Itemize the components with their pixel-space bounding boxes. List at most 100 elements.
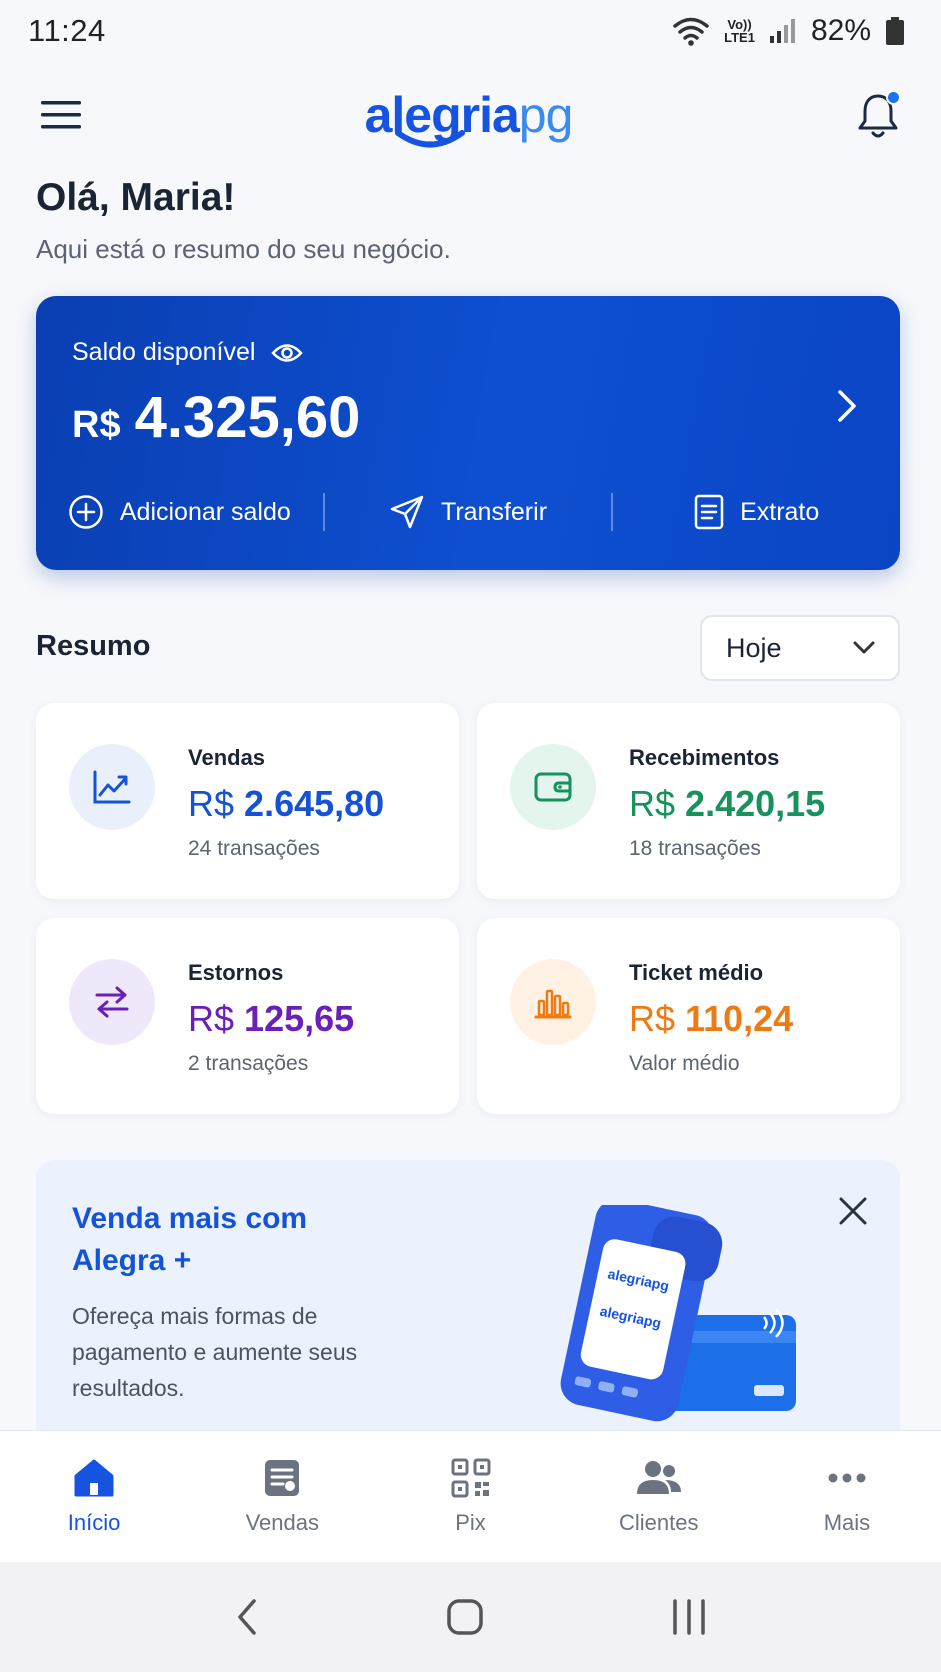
stat-subtext: Valor médio — [629, 1052, 740, 1075]
stat-card-average-ticket[interactable]: Ticket médio R$ 110,24 Valor médio — [477, 918, 900, 1114]
stat-text: Recebimentos R$ 2.420,15 18 transações — [629, 745, 825, 861]
summary-title: Resumo — [36, 630, 151, 662]
wifi-icon — [673, 17, 709, 46]
promo-text: Ofereça mais formas de pagamento e aumen… — [72, 1303, 358, 1401]
add-balance-label: Adicionar saldo — [119, 497, 291, 526]
stat-value: R$ 125,65 — [188, 998, 354, 1040]
stat-amount: 125,65 — [244, 998, 355, 1039]
nav-label: Mais — [823, 1509, 871, 1535]
menu-icon[interactable] — [40, 98, 82, 132]
stat-label: Ticket médio — [629, 960, 764, 985]
status-time: 11:24 — [28, 13, 106, 48]
card-terminal-image: alegriapg alegriapg — [560, 1199, 796, 1422]
stat-icon-wrap — [510, 744, 596, 830]
period-select[interactable]: Hoje — [700, 615, 900, 681]
bottom-nav: Início Vendas Pix Clientes Mais — [0, 1430, 941, 1562]
greeting-subtitle: Aqui está o resumo do seu negócio. — [36, 234, 451, 264]
battery-icon — [886, 17, 904, 45]
transfer-label: Transferir — [440, 497, 548, 526]
nav-label: Vendas — [245, 1509, 319, 1535]
nav-item-sales[interactable]: Vendas — [188, 1431, 376, 1562]
stat-label: Estornos — [188, 960, 284, 985]
eye-icon[interactable] — [271, 342, 304, 364]
close-icon[interactable] — [838, 1196, 868, 1226]
stat-card-sales[interactable]: Vendas R$ 2.645,80 24 transações — [36, 703, 459, 899]
balance-value: 4.325,60 — [134, 385, 361, 450]
chevron-down-icon — [853, 641, 875, 654]
wallet-icon — [534, 772, 572, 802]
stat-amount: 2.420,15 — [685, 783, 826, 824]
balance-actions: Adicionar saldo Transferir Extrato — [36, 492, 900, 532]
status-icons: Vo)) LTE1 82% — [672, 14, 905, 48]
more-icon — [828, 1473, 866, 1482]
stat-subtext: 2 transações — [188, 1052, 309, 1075]
transfer-button[interactable]: Transferir — [325, 494, 612, 530]
home-button-icon[interactable] — [445, 1597, 485, 1637]
swap-arrows-icon — [95, 986, 129, 1018]
period-value: Hoje — [726, 632, 782, 663]
nav-item-pix[interactable]: Pix — [376, 1431, 564, 1562]
stat-card-receipts[interactable]: Recebimentos R$ 2.420,15 18 transações — [477, 703, 900, 899]
statement-button[interactable]: Extrato — [613, 494, 900, 530]
balance-label: Saldo disponível — [72, 338, 256, 366]
stat-subtext: 24 transações — [188, 837, 320, 860]
stat-text: Estornos R$ 125,65 2 transações — [188, 960, 354, 1076]
receipt-icon — [265, 1459, 300, 1496]
promo-title: Venda mais com Alegra + — [72, 1202, 308, 1277]
system-nav-bar — [0, 1562, 941, 1672]
bar-chart-icon — [534, 989, 572, 1019]
notification-dot — [886, 90, 901, 105]
stat-text: Ticket médio R$ 110,24 Valor médio — [629, 960, 793, 1076]
greeting-title: Olá, Maria! — [36, 176, 236, 219]
nav-item-more[interactable]: Mais — [753, 1431, 941, 1562]
balance-amount: R$ 4.325,60 — [72, 384, 360, 451]
balance-currency: R$ — [72, 404, 121, 446]
send-icon — [390, 495, 424, 529]
stat-icon-wrap — [510, 959, 596, 1045]
document-icon — [694, 494, 724, 530]
people-icon — [636, 1460, 681, 1494]
signal-icon — [769, 19, 795, 43]
balance-card[interactable]: Saldo disponível R$ 4.325,60 Adicionar s… — [36, 296, 900, 570]
stat-value: R$ 110,24 — [629, 998, 793, 1040]
stat-value: R$ 2.645,80 — [188, 783, 384, 825]
add-balance-button[interactable]: Adicionar saldo — [36, 494, 323, 530]
stat-currency: R$ — [188, 998, 235, 1039]
qr-code-icon — [451, 1458, 490, 1497]
nav-label: Início — [67, 1509, 121, 1535]
nav-item-home[interactable]: Início — [0, 1431, 188, 1562]
back-icon[interactable] — [232, 1597, 262, 1637]
logo-smile — [394, 130, 465, 148]
stat-icon-wrap — [69, 744, 155, 830]
stat-amount: 110,24 — [685, 998, 794, 1039]
stat-currency: R$ — [188, 783, 235, 824]
chevron-right-icon[interactable] — [836, 388, 858, 424]
stat-currency: R$ — [629, 783, 676, 824]
stat-card-refunds[interactable]: Estornos R$ 125,65 2 transações — [36, 918, 459, 1114]
plus-circle-icon — [69, 495, 103, 529]
payment-terminal-illustration: alegriapg alegriapg — [516, 1199, 836, 1430]
stat-label: Recebimentos — [629, 745, 780, 770]
stat-icon-wrap — [69, 959, 155, 1045]
recent-apps-icon[interactable] — [669, 1597, 709, 1637]
stat-label: Vendas — [188, 745, 266, 770]
status-bar: 11:24 Vo)) LTE1 82% — [0, 0, 941, 62]
stat-value: R$ 2.420,15 — [629, 783, 825, 825]
statement-label: Extrato — [740, 497, 820, 526]
stat-text: Vendas R$ 2.645,80 24 transações — [188, 745, 384, 861]
promo-banner[interactable]: Venda mais com Alegra + Ofereça mais for… — [36, 1160, 900, 1430]
trend-up-icon — [93, 770, 131, 804]
battery-percent: 82% — [810, 14, 871, 47]
brand-logo: alegria pg — [365, 86, 573, 148]
home-icon — [74, 1459, 114, 1496]
greeting: Olá, Maria! Aqui está o resumo do seu ne… — [36, 176, 451, 265]
nav-item-clients[interactable]: Clientes — [565, 1431, 753, 1562]
stat-subtext: 18 transações — [629, 837, 761, 860]
nav-label: Pix — [455, 1509, 486, 1535]
stat-amount: 2.645,80 — [244, 783, 385, 824]
stat-currency: R$ — [629, 998, 676, 1039]
balance-label-row: Saldo disponível — [72, 338, 304, 367]
nav-label: Clientes — [618, 1509, 699, 1535]
app-header: alegria pg — [0, 70, 941, 160]
notifications-button[interactable] — [855, 90, 901, 140]
